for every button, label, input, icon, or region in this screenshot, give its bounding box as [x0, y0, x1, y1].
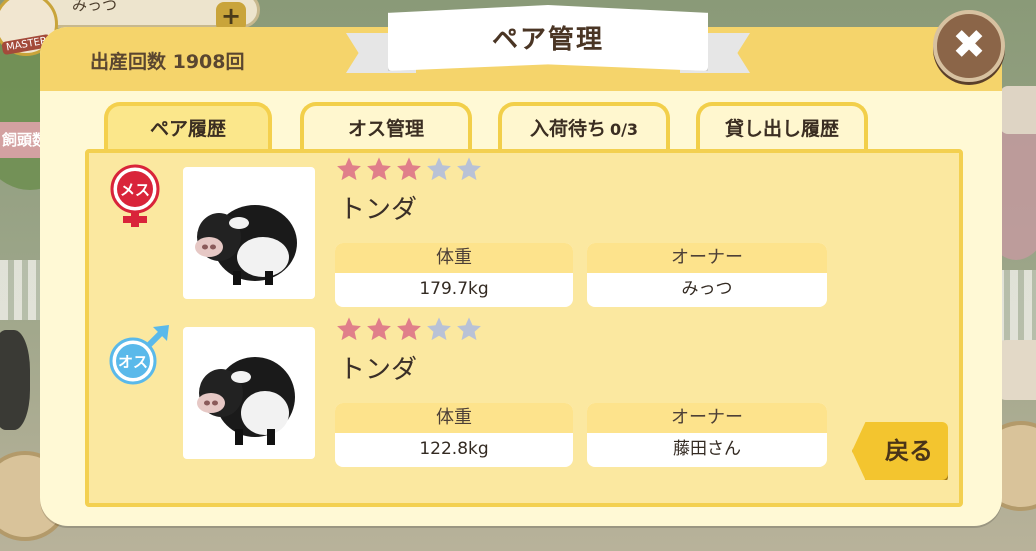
tab-lending-history[interactable]: 貸し出し履歴	[696, 102, 868, 154]
tab-label: 入荷待ち	[529, 118, 606, 140]
back-button[interactable]: 戻る	[852, 422, 948, 480]
star-filled-icon	[365, 155, 393, 183]
male-icon-label: オス	[118, 353, 148, 371]
pig-name: トンダ	[339, 355, 418, 385]
info-icon[interactable]	[996, 340, 1036, 400]
weight-box: 体重 122.8kg	[335, 403, 573, 467]
tab-male-management[interactable]: オス管理	[300, 102, 472, 154]
rating-stars	[335, 155, 485, 185]
female-icon: メス	[107, 163, 169, 229]
pig-name: トンダ	[339, 195, 418, 225]
star-filled-icon	[335, 155, 363, 183]
pair-row-male: オス トンダ 体重 122.8kg オーナー 藤田さん	[89, 313, 959, 471]
pair-management-dialog: 出産回数 1908回 ペア管理 ✖ ペア履歴 オス管理 入荷待ち 0/3 貸し出し…	[40, 5, 1005, 526]
star-empty-icon	[425, 155, 453, 183]
star-filled-icon	[395, 315, 423, 343]
pair-history-panel: メス トンダ 体重 179.7kg オーナー みっつ オス トンダ 体重 122…	[85, 149, 963, 507]
camera-icon[interactable]	[1000, 86, 1036, 134]
female-icon-label: メス	[120, 181, 150, 199]
star-empty-icon	[455, 155, 483, 183]
player-name: みっつ	[72, 0, 118, 14]
pair-row-female: メス トンダ 体重 179.7kg オーナー みっつ	[89, 153, 959, 311]
star-empty-icon	[455, 315, 483, 343]
owner-box: オーナー 藤田さん	[587, 403, 827, 467]
star-filled-icon	[365, 315, 393, 343]
weight-value: 179.7kg	[419, 279, 489, 299]
star-empty-icon	[425, 315, 453, 343]
weight-label: 体重	[335, 403, 573, 433]
owner-label: オーナー	[587, 243, 827, 273]
tab-label: オス管理	[347, 118, 424, 140]
owner-value: みっつ	[681, 279, 733, 299]
star-filled-icon	[335, 315, 363, 343]
background-pig	[0, 330, 30, 430]
dialog-title: ペア管理	[491, 25, 604, 55]
weight-box: 体重 179.7kg	[335, 243, 573, 307]
weight-label: 体重	[335, 243, 573, 273]
owner-value: 藤田さん	[673, 439, 741, 459]
title-ribbon: ペア管理	[346, 5, 750, 87]
tab-label: ペア履歴	[149, 118, 226, 140]
rating-stars	[335, 315, 485, 345]
tab-awaiting-arrival[interactable]: 入荷待ち 0/3	[498, 102, 670, 154]
pig-photo	[183, 327, 315, 459]
owner-box: オーナー みっつ	[587, 243, 827, 307]
birth-count: 出産回数 1908回	[90, 51, 245, 73]
tab-label: 貸し出し履歴	[724, 118, 839, 140]
male-icon: オス	[107, 323, 169, 389]
star-filled-icon	[395, 155, 423, 183]
tab-count: 0/3	[609, 120, 639, 139]
background-fence	[996, 270, 1036, 350]
pig-photo	[183, 167, 315, 299]
close-button[interactable]: ✖	[933, 10, 1005, 82]
weight-value: 122.8kg	[419, 439, 489, 459]
owner-label: オーナー	[587, 403, 827, 433]
